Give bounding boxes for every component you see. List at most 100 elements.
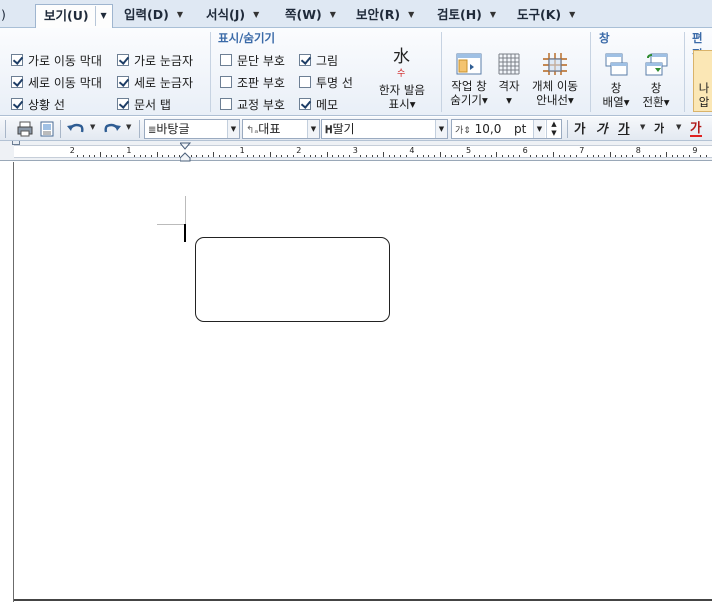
ruler-tick — [100, 152, 102, 157]
tab-view[interactable]: 보기(U) ▼ — [35, 4, 113, 29]
chevron-down-icon[interactable]: ▼ — [227, 120, 239, 138]
checkbox-memo[interactable]: 메모 — [299, 95, 338, 113]
checkbox-icon[interactable] — [299, 76, 311, 88]
chevron-down-icon[interactable]: ▼ — [177, 10, 183, 19]
ruler-tick — [671, 155, 673, 157]
tab-page[interactable]: 쪽(W) ▼ — [285, 4, 336, 28]
tab-format[interactable]: 서식(J) ▼ — [206, 4, 259, 28]
language-icon: ↰ₐ — [246, 125, 259, 136]
tab-left-fragment[interactable]: ) — [1, 4, 11, 28]
underline-dropdown-icon[interactable]: ▼ — [640, 123, 645, 131]
checkbox-icon[interactable] — [117, 54, 129, 66]
chevron-down-icon[interactable]: ▼ — [307, 120, 319, 138]
checkbox-icon[interactable] — [11, 76, 23, 88]
checkbox-label: 가로 눈금자 — [134, 53, 194, 68]
ruler-tick — [666, 152, 668, 157]
font-size-combo[interactable]: 가⇕ 10,0 pt ▼ ▲ ▼ — [451, 119, 562, 139]
font-combo[interactable]: 𝐇딸기 ▼ — [321, 119, 448, 139]
chevron-down-icon[interactable]: ▼ — [569, 10, 575, 19]
font-size-icon: 가⇕ — [455, 126, 471, 136]
indent-marker-icon[interactable] — [180, 142, 191, 162]
chevron-down-icon[interactable]: ▼ — [490, 10, 496, 19]
checkbox-status-bar[interactable]: 상황 선 — [11, 95, 65, 113]
italic-button[interactable]: 가 — [596, 120, 608, 138]
checkbox-label: 그림 — [316, 53, 339, 68]
formatting-toolbar: ▼ ▼ ≣바탕글 ▼ ↰ₐ대표 ▼ 𝐇딸기 ▼ 가⇕ 10,0 pt ▼ ▲ ▼ … — [0, 117, 712, 141]
checkbox-layout-marks[interactable]: 조판 부호 — [220, 73, 285, 91]
checkbox-icon[interactable] — [299, 98, 311, 110]
ruler-tick — [490, 155, 492, 157]
tab-insert[interactable]: 입력(D) ▼ — [124, 4, 183, 28]
checkbox-icon[interactable] — [220, 76, 232, 88]
char-spacing-dropdown-icon[interactable]: ▼ — [676, 123, 681, 131]
ruler-tick — [456, 155, 458, 157]
redo-dropdown-icon[interactable]: ▼ — [126, 123, 131, 131]
underline-button[interactable]: 가 — [618, 120, 630, 138]
font-icon: 𝐇 — [325, 125, 333, 136]
chevron-down-icon[interactable]: ▼ — [533, 120, 545, 138]
grid-button[interactable]: 격자 ▾ — [494, 52, 524, 107]
horizontal-ruler[interactable]: 2 1 1 2 3 4 5 6 7 8 9 — [0, 141, 712, 162]
checkbox-transparent-line[interactable]: 투명 선 — [299, 73, 353, 91]
hanja-pronunciation-button[interactable]: 水 수 한자 발음 표시▾ — [372, 49, 432, 112]
tab-tools[interactable]: 도구(K) ▼ — [517, 4, 575, 28]
checkbox-icon[interactable] — [299, 54, 311, 66]
ruler-tick — [213, 152, 215, 157]
edit-button[interactable]: 나 압 — [693, 50, 712, 112]
checkbox-icon[interactable] — [117, 76, 129, 88]
checkbox-picture[interactable]: 그림 — [299, 51, 338, 69]
font-size-unit: pt — [514, 122, 527, 136]
window-switch-button[interactable]: 창 전환▾ — [637, 52, 675, 109]
checkbox-proof-marks[interactable]: 교정 부호 — [220, 95, 285, 113]
chevron-down-icon[interactable]: ▼ — [408, 10, 414, 19]
checkbox-icon[interactable] — [220, 54, 232, 66]
checkbox-icon[interactable] — [220, 98, 232, 110]
checkbox-vertical-scrollbar[interactable]: 세로 이동 막대 — [11, 73, 102, 91]
style-combo[interactable]: ≣바탕글 ▼ — [144, 119, 240, 139]
checkbox-paragraph-marks[interactable]: 문단 부호 — [220, 51, 285, 69]
task-pane-label-1: 작업 창 — [451, 79, 487, 93]
checkbox-horizontal-ruler[interactable]: 가로 눈금자 — [117, 51, 193, 69]
tab-review[interactable]: 검토(H) ▼ — [437, 4, 496, 28]
checkbox-icon[interactable] — [117, 98, 129, 110]
ruler-tick — [535, 155, 537, 157]
chevron-down-icon[interactable]: ▼ — [253, 10, 259, 19]
rounded-textbox[interactable] — [195, 237, 390, 322]
font-color-button[interactable]: 가 — [690, 120, 702, 137]
ruler-tick — [428, 155, 430, 157]
redo-icon[interactable] — [102, 120, 122, 138]
document-area[interactable] — [0, 162, 712, 602]
chevron-down-icon[interactable]: ▼ — [330, 10, 336, 19]
vertical-ruler[interactable] — [0, 162, 14, 602]
ruler-tick — [530, 155, 532, 157]
undo-icon[interactable] — [66, 120, 86, 138]
window-arrange-button[interactable]: 창 배열▾ — [598, 52, 634, 109]
chevron-down-icon[interactable]: ▼ — [435, 120, 447, 138]
preview-icon[interactable] — [38, 120, 56, 138]
checkbox-vertical-ruler[interactable]: 세로 눈금자 — [117, 73, 193, 91]
checkbox-icon[interactable] — [11, 54, 23, 66]
char-spacing-button[interactable]: 가 — [654, 120, 664, 138]
task-pane-hide-button[interactable]: 작업 창 숨기기▾ — [445, 52, 493, 107]
checkbox-horizontal-scrollbar[interactable]: 가로 이동 막대 — [11, 51, 102, 69]
ruler-tick — [111, 155, 113, 157]
left-margin-marker-icon[interactable] — [12, 141, 20, 145]
group-separator — [590, 32, 591, 112]
font-value: 딸기 — [332, 122, 355, 136]
object-move-guide-button[interactable]: 개체 이동 안내선▾ — [526, 52, 584, 107]
tab-security[interactable]: 보안(R) ▼ — [356, 4, 414, 28]
chevron-down-icon[interactable]: ▼ — [94, 6, 112, 26]
language-combo[interactable]: ↰ₐ대표 ▼ — [242, 119, 320, 139]
checkbox-icon[interactable] — [11, 98, 23, 110]
print-icon[interactable] — [16, 120, 34, 138]
ruler-tick — [292, 155, 294, 157]
checkbox-label: 세로 눈금자 — [134, 75, 194, 90]
ruler-tick — [151, 155, 153, 157]
undo-dropdown-icon[interactable]: ▼ — [90, 123, 95, 131]
bold-button[interactable]: 가 — [574, 120, 586, 138]
checkbox-document-tab[interactable]: 문서 탭 — [117, 95, 171, 113]
ruler-tick — [479, 155, 481, 157]
tab-insert-label: 입력(D) — [124, 7, 169, 22]
spinner-icon[interactable]: ▲ ▼ — [546, 120, 561, 138]
ruler-tick — [105, 155, 107, 157]
